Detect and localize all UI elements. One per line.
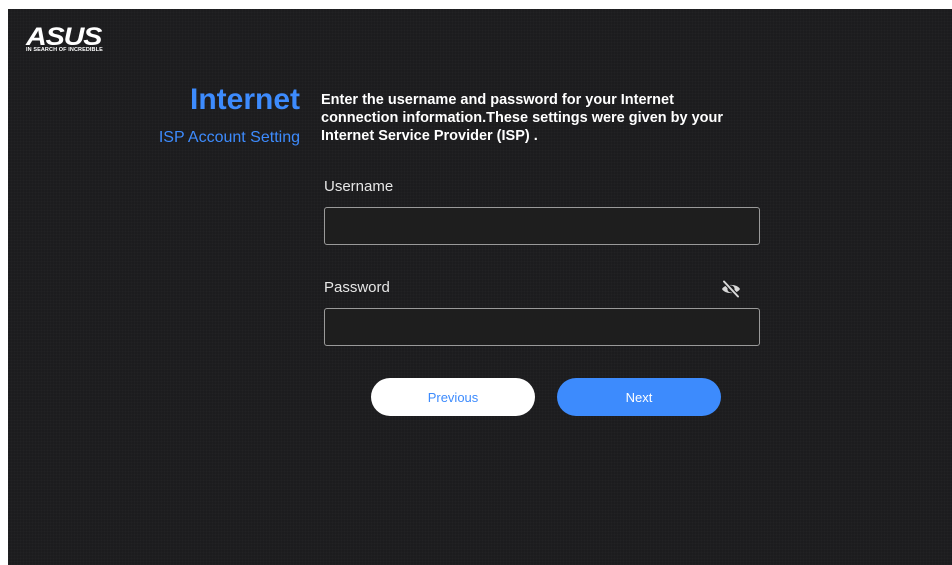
page-title: Internet [189, 83, 300, 116]
eye-slash-icon[interactable] [720, 279, 742, 299]
username-input[interactable] [324, 207, 760, 245]
password-label: Password [324, 279, 390, 296]
logo-wordmark: ASUS [26, 23, 102, 51]
instructions-text: Enter the username and password for your… [321, 92, 724, 144]
page-subtitle: ISP Account Setting [158, 129, 300, 146]
setup-screen: ASUS IN SEARCH OF INCREDIBLE Internet IS… [8, 9, 952, 565]
previous-button[interactable]: Previous [371, 378, 535, 416]
asus-logo: ASUS IN SEARCH OF INCREDIBLE [26, 25, 118, 57]
next-button[interactable]: Next [557, 378, 721, 416]
username-label: Username [324, 178, 394, 195]
password-input[interactable] [324, 308, 760, 346]
